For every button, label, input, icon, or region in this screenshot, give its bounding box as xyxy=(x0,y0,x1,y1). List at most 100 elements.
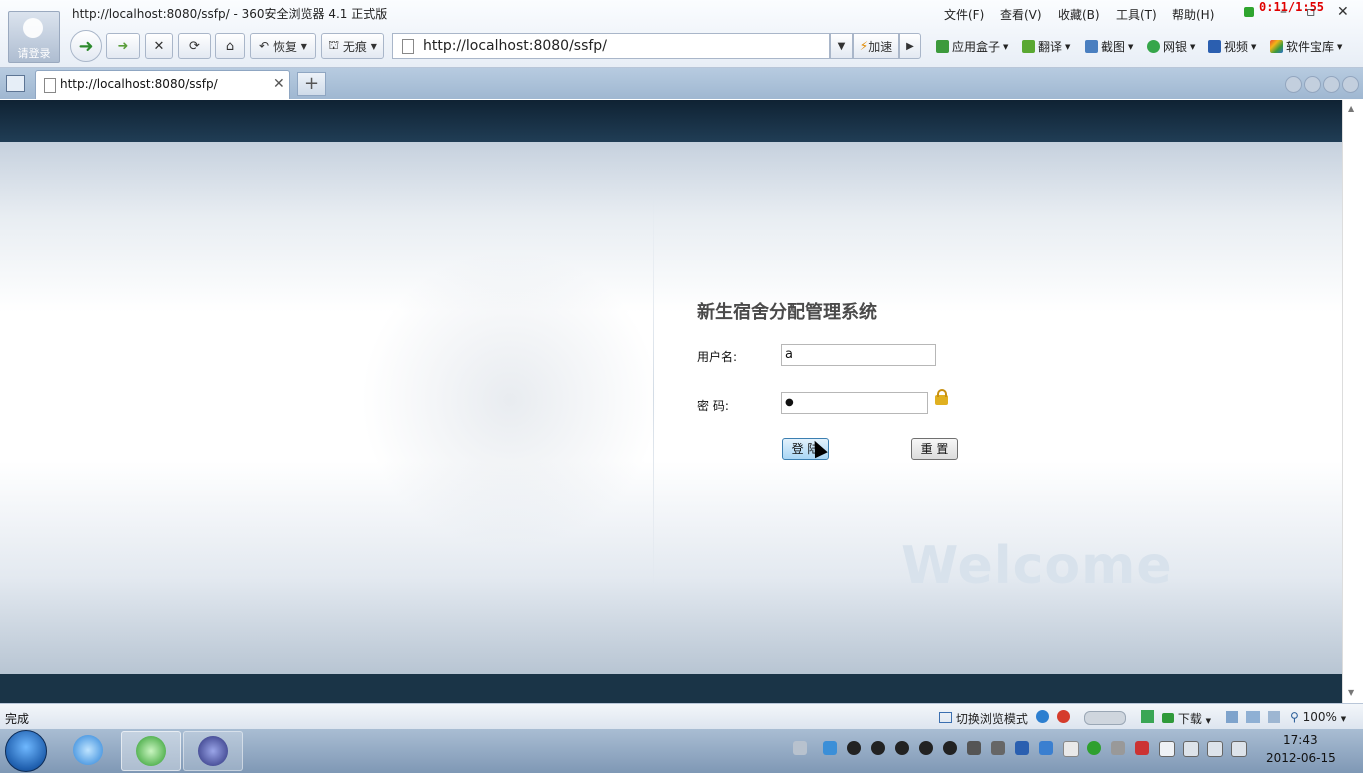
software-store-icon xyxy=(1270,40,1283,53)
toggle-switch[interactable] xyxy=(1084,711,1126,725)
restore-label: 恢复 xyxy=(272,39,297,54)
password-input[interactable]: ● xyxy=(781,392,928,414)
tray-app-icon[interactable] xyxy=(967,741,981,755)
speedup-button[interactable]: ⚡ 加速 xyxy=(853,33,899,59)
download-button[interactable]: 下载 ▼ xyxy=(1162,710,1211,727)
qq-icon[interactable] xyxy=(847,741,861,755)
zoom-level: 100% xyxy=(1302,710,1337,724)
maximize-button[interactable]: ▫ xyxy=(1306,4,1316,20)
video-label: 视频 xyxy=(1224,40,1249,54)
menu-tools[interactable]: 工具(T) xyxy=(1116,6,1157,23)
close-icon: ✕ xyxy=(153,38,165,54)
taskbar-eclipse-button[interactable] xyxy=(183,731,243,771)
tray-app-icon[interactable] xyxy=(991,741,1005,755)
taskbar-ie-button[interactable] xyxy=(59,731,117,769)
tab-close-all-icon[interactable] xyxy=(1342,76,1359,93)
flag-icon[interactable] xyxy=(1159,741,1175,757)
stop-button[interactable]: ✕ xyxy=(145,33,173,59)
ie-mode-icon[interactable] xyxy=(1036,710,1049,723)
forward-button[interactable]: ➜ xyxy=(106,33,140,59)
back-button[interactable]: ➜ xyxy=(70,30,102,62)
tab-localhost[interactable]: http://localhost:8080/ssfp/ ✕ xyxy=(35,70,290,99)
chevron-down-icon: ▼ xyxy=(1337,42,1343,51)
login-avatar-button[interactable]: 请登录 xyxy=(8,11,60,63)
volume-icon[interactable] xyxy=(1231,741,1247,757)
browse-mode-switch[interactable]: 切换浏览模式 xyxy=(939,710,1028,727)
close-window-button[interactable]: ✕ xyxy=(1337,4,1349,20)
notes-icon[interactable] xyxy=(1063,741,1079,757)
system-title: 新生宿舍分配管理系统 xyxy=(697,302,877,323)
screenshot-label: 截图 xyxy=(1101,40,1126,54)
menu-favorites[interactable]: 收藏(B) xyxy=(1058,6,1100,23)
page-viewport: Welcome 新生宿舍分配管理系统 用户名: a 密 码: ● 登 陆 重 置 xyxy=(0,100,1342,703)
taskbar: 17:43 2012-06-15 xyxy=(0,729,1363,773)
online-bank-button[interactable]: 网银 ▼ xyxy=(1147,38,1195,55)
chevron-down-icon: ▼ xyxy=(1190,42,1196,51)
page-icon xyxy=(402,39,414,54)
scroll-up-icon[interactable]: ▲ xyxy=(1348,104,1354,113)
tab-scroll-right-icon[interactable] xyxy=(1304,76,1321,93)
chevron-down-icon: ▼ xyxy=(1251,42,1257,51)
window-icon xyxy=(939,712,952,723)
chevron-down-icon: ▼ xyxy=(1065,42,1071,51)
restore-button[interactable]: ↶ 恢复 ▼ xyxy=(250,33,316,59)
qq-icon[interactable] xyxy=(871,741,885,755)
private-icon: ⛫ xyxy=(328,38,340,52)
volume-icon[interactable] xyxy=(1268,711,1280,723)
clock-date[interactable]: 2012-06-15 xyxy=(1266,751,1336,765)
shield-icon[interactable] xyxy=(1039,741,1053,755)
keyboard-icon[interactable] xyxy=(793,741,807,755)
vertical-scrollbar[interactable]: ▲ ▼ xyxy=(1342,100,1363,703)
taskbar-360-browser-button[interactable] xyxy=(121,731,181,771)
tray-app-icon[interactable] xyxy=(823,741,837,755)
accelerate-icon[interactable] xyxy=(1141,710,1154,723)
tab-scroll-left-icon[interactable] xyxy=(1285,76,1302,93)
video-button[interactable]: 视频 ▼ xyxy=(1208,38,1256,55)
window-title: http://localhost:8080/ssfp/ - 360安全浏览器 4… xyxy=(72,7,388,21)
tab-close-icon[interactable]: ✕ xyxy=(273,76,285,92)
qq-icon[interactable] xyxy=(943,741,957,755)
username-input[interactable]: a xyxy=(781,344,936,366)
zoom-control[interactable]: ⚲ 100% ▼ xyxy=(1290,710,1346,724)
screenshot-button[interactable]: 截图 ▼ xyxy=(1085,38,1133,55)
clock-time[interactable]: 17:43 xyxy=(1283,733,1318,747)
network-icon[interactable] xyxy=(1207,741,1223,757)
scroll-down-icon[interactable]: ▼ xyxy=(1348,688,1354,697)
screen-icon[interactable] xyxy=(1246,711,1260,723)
shirt-icon[interactable] xyxy=(1244,7,1254,17)
qq-icon[interactable] xyxy=(895,741,909,755)
tray-app-icon[interactable] xyxy=(1135,741,1149,755)
menu-file[interactable]: 文件(F) xyxy=(944,6,984,23)
refresh-button[interactable]: ⟳ xyxy=(178,33,211,59)
new-tab-button[interactable]: + xyxy=(297,72,326,96)
start-button[interactable] xyxy=(5,730,47,772)
security-icon[interactable] xyxy=(1057,710,1070,723)
undo-icon: ↶ xyxy=(259,39,270,53)
tray-app-icon[interactable] xyxy=(1111,741,1125,755)
notes-icon[interactable] xyxy=(1226,711,1238,723)
address-dropdown-button[interactable]: ▼ xyxy=(830,33,853,59)
app-box-icon xyxy=(936,40,949,53)
qq-icon[interactable] xyxy=(919,741,933,755)
device-icon[interactable] xyxy=(1183,741,1199,757)
translate-button[interactable]: 翻译 ▼ xyxy=(1022,38,1070,55)
go-button[interactable]: ▶ xyxy=(899,33,921,59)
chevron-down-icon: ▼ xyxy=(1340,715,1347,723)
reset-button[interactable]: 重 置 xyxy=(911,438,958,460)
menu-help[interactable]: 帮助(H) xyxy=(1172,6,1214,23)
online-bank-label: 网银 xyxy=(1163,40,1188,54)
tab-list-icon[interactable] xyxy=(1323,76,1340,93)
menu-view[interactable]: 查看(V) xyxy=(1000,6,1042,23)
minimize-button[interactable]: – xyxy=(1280,4,1287,20)
app-box-button[interactable]: 应用盒子 ▼ xyxy=(936,38,1008,55)
refresh-icon[interactable] xyxy=(1087,741,1101,755)
sidebar-icon[interactable] xyxy=(6,75,25,92)
address-bar[interactable]: http://localhost:8080/ssfp/ xyxy=(392,33,830,59)
private-mode-button[interactable]: ⛫ 无痕 ▼ xyxy=(321,33,384,59)
home-button[interactable]: ⌂ xyxy=(215,33,245,59)
software-store-button[interactable]: 软件宝库 ▼ xyxy=(1270,38,1342,55)
tray-app-icon[interactable] xyxy=(1015,741,1029,755)
translate-icon xyxy=(1022,40,1035,53)
internet-explorer-icon xyxy=(73,735,103,765)
background-decoration xyxy=(360,250,660,550)
